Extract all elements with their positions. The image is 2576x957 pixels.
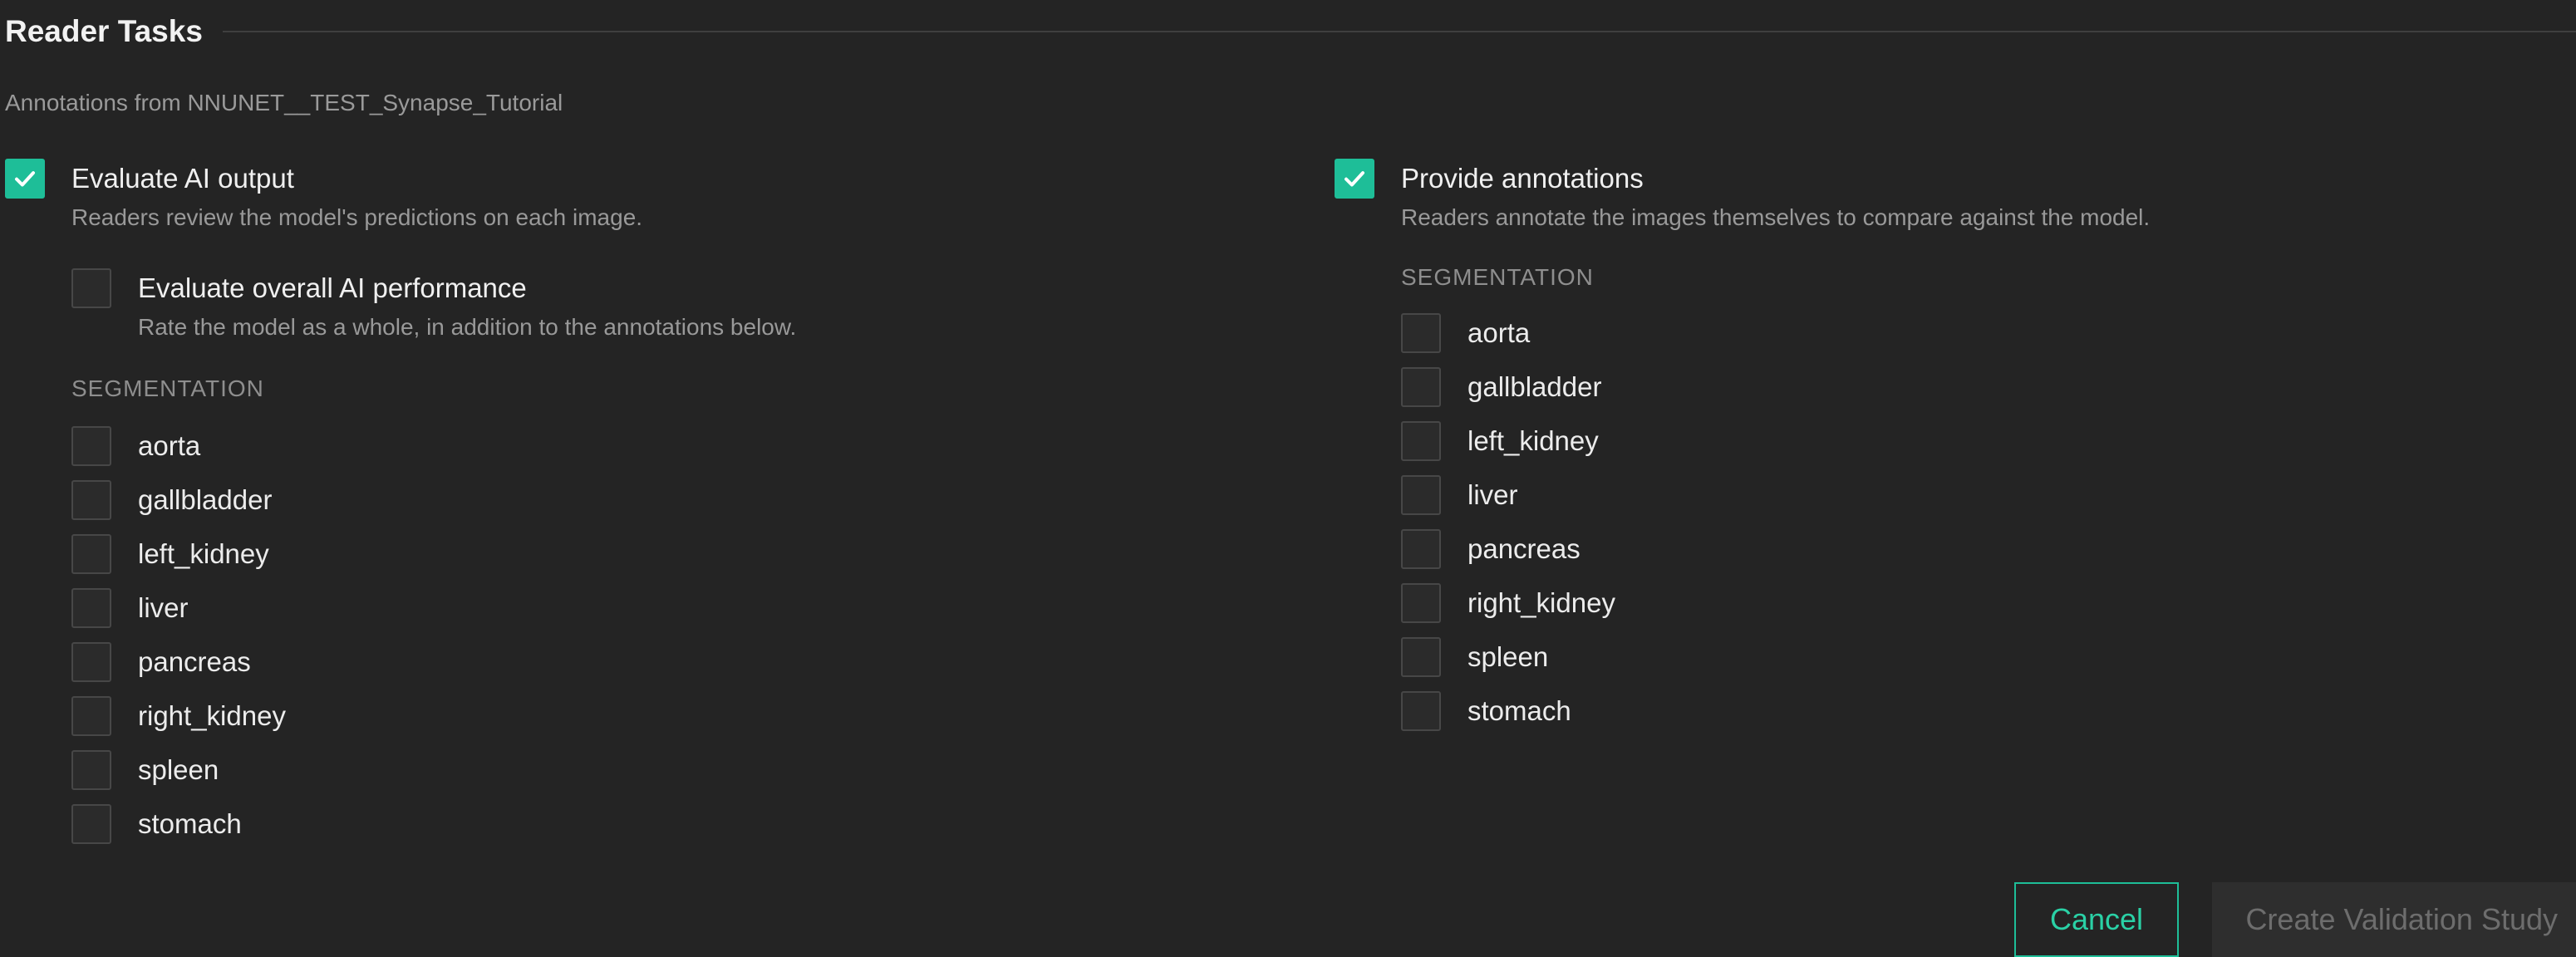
checkmark-icon (15, 171, 35, 187)
evaluate-segment-left-kidney[interactable]: left_kidney (71, 527, 796, 581)
segment-label: spleen (1467, 640, 1549, 672)
overall-performance-description: Rate the model as a whole, in addition t… (138, 314, 797, 340)
segment-checkbox[interactable] (1401, 528, 1441, 569)
evaluate-segment-stomach[interactable]: stomach (71, 797, 796, 851)
segment-label: liver (138, 591, 189, 623)
evaluate-segment-right-kidney[interactable]: right_kidney (71, 689, 796, 743)
provide-segment-stomach[interactable]: stomach (1401, 684, 2150, 738)
segment-checkbox[interactable] (1401, 366, 1441, 407)
provide-segment-left-kidney[interactable]: left_kidney (1401, 414, 2150, 468)
provide-segmentation-heading: SEGMENTATION (1401, 264, 1594, 290)
provide-segment-list: aorta gallbladder left_kidney liver panc… (1401, 306, 2150, 738)
page-title: Reader Tasks (5, 14, 203, 48)
segment-label: gallbladder (1467, 371, 1602, 402)
evaluate-ai-option[interactable]: Evaluate AI output (5, 155, 796, 203)
segment-checkbox[interactable] (1401, 474, 1441, 515)
segment-label: right_kidney (1467, 586, 1615, 618)
segment-checkbox[interactable] (71, 641, 111, 682)
segment-label: aorta (1467, 317, 1531, 348)
segment-label: pancreas (1467, 532, 1581, 564)
overall-performance-option[interactable]: Evaluate overall AI performance (71, 264, 796, 312)
overall-performance-block: Evaluate overall AI performance Rate the… (71, 264, 796, 341)
provide-segment-pancreas[interactable]: pancreas (1401, 522, 2150, 576)
evaluate-segment-aorta[interactable]: aorta (71, 419, 796, 473)
segment-checkbox[interactable] (1401, 636, 1441, 677)
create-validation-study-button[interactable]: Create Validation Study (2212, 882, 2576, 957)
segment-checkbox[interactable] (71, 533, 111, 574)
provide-annotations-label: Provide annotations (1401, 163, 1644, 194)
evaluate-segment-spleen[interactable]: spleen (71, 743, 796, 797)
provide-segment-spleen[interactable]: spleen (1401, 630, 2150, 684)
segment-checkbox[interactable] (71, 425, 111, 466)
evaluate-segment-pancreas[interactable]: pancreas (71, 635, 796, 689)
provide-segment-liver[interactable]: liver (1401, 468, 2150, 522)
segment-checkbox[interactable] (1401, 420, 1441, 461)
segment-label: pancreas (138, 645, 251, 677)
cancel-button[interactable]: Cancel (2014, 882, 2179, 957)
evaluate-segment-gallbladder[interactable]: gallbladder (71, 473, 796, 527)
segment-checkbox[interactable] (1401, 312, 1441, 353)
segment-label: aorta (138, 429, 201, 461)
header-divider (222, 31, 2576, 32)
segment-checkbox[interactable] (1401, 690, 1441, 731)
provide-annotations-section: Provide annotations Readers annotate the… (1335, 155, 2150, 738)
segment-checkbox[interactable] (71, 749, 111, 790)
segment-checkbox[interactable] (71, 803, 111, 844)
segment-label: left_kidney (138, 537, 269, 569)
segment-checkbox[interactable] (71, 695, 111, 736)
segment-label: liver (1467, 478, 1518, 510)
section-header: Reader Tasks (5, 8, 2576, 55)
overall-performance-label: Evaluate overall AI performance (138, 272, 527, 303)
evaluate-segment-liver[interactable]: liver (71, 581, 796, 635)
segment-label: right_kidney (138, 699, 286, 731)
segment-checkbox[interactable] (71, 479, 111, 520)
segment-label: stomach (1467, 694, 1571, 726)
evaluate-ai-checkbox[interactable] (5, 159, 45, 199)
evaluate-ai-section: Evaluate AI output Readers review the mo… (5, 155, 796, 851)
provide-segment-right-kidney[interactable]: right_kidney (1401, 576, 2150, 630)
overall-performance-checkbox[interactable] (71, 268, 111, 308)
provide-annotations-description: Readers annotate the images themselves t… (1401, 204, 2151, 230)
provide-segment-gallbladder[interactable]: gallbladder (1401, 360, 2150, 414)
provide-annotations-checkbox[interactable] (1335, 159, 1374, 199)
segment-checkbox[interactable] (1401, 582, 1441, 623)
segment-label: left_kidney (1467, 425, 1599, 456)
checkmark-icon (1345, 171, 1364, 187)
annotations-source-text: Annotations from NNUNET__TEST_Synapse_Tu… (5, 90, 563, 115)
evaluate-segment-list: aorta gallbladder left_kidney liver panc… (71, 419, 796, 851)
segment-label: gallbladder (138, 483, 273, 515)
segment-label: stomach (138, 807, 242, 839)
provide-segment-aorta[interactable]: aorta (1401, 306, 2150, 360)
evaluate-ai-description: Readers review the model's predictions o… (71, 204, 643, 230)
segment-checkbox[interactable] (71, 587, 111, 628)
evaluate-segmentation-heading: SEGMENTATION (71, 375, 264, 401)
segment-label: spleen (138, 753, 219, 785)
provide-annotations-option[interactable]: Provide annotations (1335, 155, 2150, 203)
evaluate-ai-label: Evaluate AI output (71, 163, 294, 194)
